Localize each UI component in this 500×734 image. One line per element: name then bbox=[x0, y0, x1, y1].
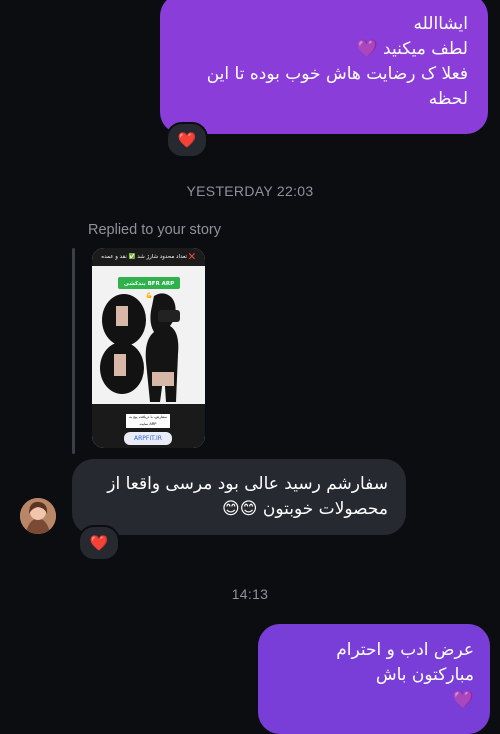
message-line: عرض ادب و احترام bbox=[336, 640, 474, 660]
reply-indicator-bar bbox=[72, 248, 75, 454]
incoming-message-bubble[interactable]: سفارشم رسید عالی بود مرسی واقعا از محصول… bbox=[72, 459, 406, 535]
timestamp-divider: 14:13 bbox=[231, 586, 269, 602]
message-line: ایشاالله bbox=[413, 14, 468, 34]
story-cta-label: سفارش، با دریافت پیج به سایت ARP bbox=[126, 414, 170, 428]
heart-icon: ❤️ bbox=[89, 534, 109, 552]
heart-icon: ❤️ bbox=[177, 131, 197, 149]
timestamp-divider: YESTERDAY 22:03 bbox=[186, 183, 314, 199]
replied-to-story-label: Replied to your story bbox=[88, 222, 221, 238]
heart-reaction[interactable]: ❤️ bbox=[78, 525, 120, 561]
story-thumbnail[interactable]: تعداد محدود شارژ شد ✅ نقد و عمده ❌ بندکش… bbox=[92, 248, 205, 448]
avatar[interactable] bbox=[20, 498, 56, 534]
message-line: فعلا ک رضایت هاش خوب بوده تا این bbox=[206, 64, 468, 84]
message-line: لحظه bbox=[428, 89, 468, 109]
story-link[interactable]: ARPFIT.IR bbox=[124, 432, 172, 445]
message-line: 💜 bbox=[452, 690, 474, 710]
message-line: مبارکتون باش bbox=[375, 665, 474, 685]
message-line: محصولات خوبتون 😊😊 bbox=[222, 499, 388, 519]
outgoing-message-bubble[interactable]: ایشاالله لطف میکنید 💜 فعلا ک رضایت هاش خ… bbox=[160, 0, 488, 134]
heart-reaction[interactable]: ❤️ bbox=[166, 122, 208, 158]
message-line: سفارشم رسید عالی بود مرسی واقعا از bbox=[107, 474, 388, 494]
story-brand-label: بندکشی BFR ARP 💪 bbox=[123, 281, 175, 299]
outgoing-message-bubble[interactable]: عرض ادب و احترام مبارکتون باش 💜 bbox=[258, 624, 490, 734]
message-line: لطف میکنید 💜 bbox=[356, 39, 468, 59]
avatar-image bbox=[20, 498, 56, 534]
